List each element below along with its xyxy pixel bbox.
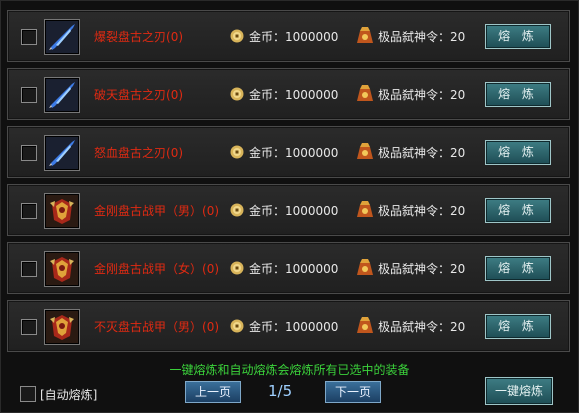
prev-page-button[interactable]: 上一页 xyxy=(185,381,241,403)
auto-smelt-checkbox[interactable] xyxy=(20,386,36,402)
token-cost: 极品弑神令：20 xyxy=(378,30,466,44)
item-name: 怒血盘古之刃(0) xyxy=(94,146,184,160)
equipment-row: 不灭盘古战甲（男）(0) 金币：1000000 极品弑神令：20 熔 炼 xyxy=(7,300,570,352)
gold-cost: 金币：1000000 xyxy=(249,30,339,44)
item-slot[interactable] xyxy=(44,19,80,55)
select-checkbox[interactable] xyxy=(21,203,37,219)
item-slot[interactable] xyxy=(44,193,80,229)
gold-coin-icon xyxy=(230,261,244,275)
gold-cost: 金币：1000000 xyxy=(249,262,339,276)
select-checkbox[interactable] xyxy=(21,87,37,103)
item-name: 金刚盘古战甲（女）(0) xyxy=(94,262,220,276)
smelt-button[interactable]: 熔 炼 xyxy=(485,82,551,107)
blue-blade-icon xyxy=(46,79,78,111)
gold-cost: 金币：1000000 xyxy=(249,88,339,102)
item-name: 不灭盘古战甲（男）(0) xyxy=(94,320,220,334)
item-name: 破天盘古之刃(0) xyxy=(94,88,184,102)
gold-cost: 金币：1000000 xyxy=(249,204,339,218)
token-bag-icon xyxy=(357,143,373,159)
smelt-button[interactable]: 熔 炼 xyxy=(485,256,551,281)
auto-smelt-label: [自动熔炼] xyxy=(40,388,98,402)
token-cost: 极品弑神令：20 xyxy=(378,88,466,102)
smelt-button[interactable]: 熔 炼 xyxy=(485,140,551,165)
token-bag-icon xyxy=(357,85,373,101)
gold-coin-icon xyxy=(230,145,244,159)
select-checkbox[interactable] xyxy=(21,145,37,161)
item-slot[interactable] xyxy=(44,135,80,171)
gold-coin-icon xyxy=(230,87,244,101)
smelt-hint: 一键熔炼和自动熔炼会熔炼所有已选中的装备 xyxy=(169,363,410,377)
one-key-smelt-button[interactable]: 一键熔炼 xyxy=(485,377,553,405)
item-slot[interactable] xyxy=(44,77,80,113)
token-bag-icon xyxy=(357,201,373,217)
item-slot[interactable] xyxy=(44,251,80,287)
token-bag-icon xyxy=(357,259,373,275)
token-cost: 极品弑神令：20 xyxy=(378,320,466,334)
token-cost: 极品弑神令：20 xyxy=(378,262,466,276)
smelt-button[interactable]: 熔 炼 xyxy=(485,314,551,339)
token-bag-icon xyxy=(357,27,373,43)
smelt-button[interactable]: 熔 炼 xyxy=(485,198,551,223)
gold-coin-icon xyxy=(230,203,244,217)
equipment-row: 金刚盘古战甲（男）(0) 金币：1000000 极品弑神令：20 熔 炼 xyxy=(7,184,570,236)
page-indicator: 1/5 xyxy=(268,382,293,400)
select-checkbox[interactable] xyxy=(21,261,37,277)
next-page-button[interactable]: 下一页 xyxy=(325,381,381,403)
item-slot[interactable] xyxy=(44,309,80,345)
token-cost: 极品弑神令：20 xyxy=(378,204,466,218)
red-armor-icon xyxy=(46,311,78,343)
item-name: 金刚盘古战甲（男）(0) xyxy=(94,204,220,218)
blue-blade-icon xyxy=(46,21,78,53)
token-cost: 极品弑神令：20 xyxy=(378,146,466,160)
gold-coin-icon xyxy=(230,319,244,333)
token-bag-icon xyxy=(357,317,373,333)
select-checkbox[interactable] xyxy=(21,29,37,45)
red-armor-icon xyxy=(46,253,78,285)
equipment-row: 破天盘古之刃(0) 金币：1000000 极品弑神令：20 熔 炼 xyxy=(7,68,570,120)
equipment-row: 金刚盘古战甲（女）(0) 金币：1000000 极品弑神令：20 熔 炼 xyxy=(7,242,570,294)
red-armor-icon xyxy=(46,195,78,227)
gold-cost: 金币：1000000 xyxy=(249,146,339,160)
gold-cost: 金币：1000000 xyxy=(249,320,339,334)
smelt-button[interactable]: 熔 炼 xyxy=(485,24,551,49)
item-name: 爆裂盘古之刃(0) xyxy=(94,30,184,44)
gold-coin-icon xyxy=(230,29,244,43)
equipment-row: 爆裂盘古之刃(0) 金币：1000000 极品弑神令：20 熔 炼 xyxy=(7,10,570,62)
select-checkbox[interactable] xyxy=(21,319,37,335)
equipment-row: 怒血盘古之刃(0) 金币：1000000 极品弑神令：20 熔 炼 xyxy=(7,126,570,178)
blue-blade-icon xyxy=(46,137,78,169)
